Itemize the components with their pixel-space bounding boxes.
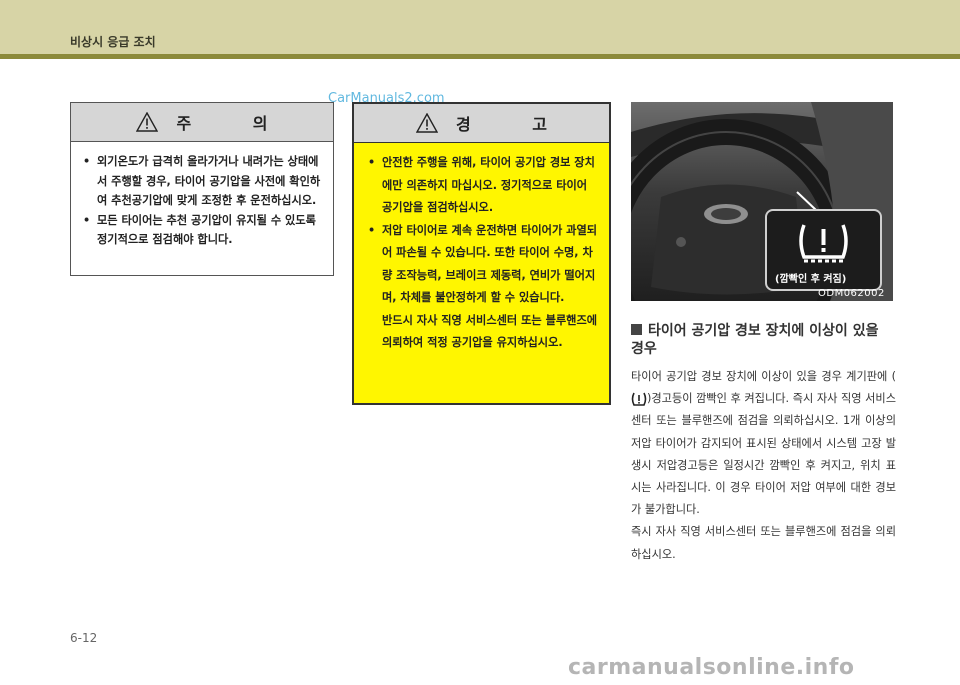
warning-box: 경 고 안전한 주행을 위해, 타이어 공기압 경보 장치에만 의존하지 마십시…: [352, 102, 611, 405]
warning-triangle-icon: [415, 113, 438, 133]
warning-item: 저압 타이어로 계속 운전하면 타이어가 과열되어 파손될 수 있습니다. 또한…: [368, 220, 599, 310]
body-text-part: )경고등이 깜빡인 후 켜집니다. 즉시 자사 직영 서비스센터 또는 블루핸즈…: [631, 392, 896, 517]
tpms-warning-icon: [631, 392, 647, 407]
body-paragraph: 타이어 공기압 경보 장치에 이상이 있을 경우 계기판에 ( )경고등이 깜빡인…: [631, 366, 896, 521]
caution-list: 외기온도가 급격히 올라가거나 내려가는 상태에서 주행할 경우, 타이어 공기…: [83, 152, 323, 250]
caution-item: 모든 타이어는 추천 공기압이 유지될 수 있도록 정기적으로 점검해야 합니다…: [83, 211, 323, 250]
section-title-text: 타이어 공기압 경보 장치에 이상이 있을 경우: [631, 323, 879, 357]
caution-box: 주 의 외기온도가 급격히 올라가거나 내려가는 상태에서 주행할 경우, 타이…: [70, 102, 334, 276]
figure-code: ODM062002: [818, 288, 885, 299]
inset-caption: (깜빡인 후 켜짐): [775, 274, 847, 285]
section-bullet-icon: [631, 324, 642, 335]
watermark-bottom: carmanualsonline.info: [568, 655, 855, 680]
warning-header: 경 고: [354, 104, 609, 143]
caution-header: 주 의: [71, 103, 333, 142]
header-divider: [0, 54, 960, 59]
body-paragraph: 즉시 자사 직영 서비스센터 또는 블루핸즈에 점검을 의뢰하십시오.: [631, 525, 896, 561]
chapter-title: 비상시 응급 조치: [70, 35, 156, 49]
warning-item: 안전한 주행을 위해, 타이어 공기압 경보 장치에만 의존하지 마십시오. 정…: [368, 152, 599, 220]
section-title: 타이어 공기압 경보 장치에 이상이 있을 경우: [631, 322, 896, 358]
tpms-warning-icon: [799, 224, 848, 263]
warning-triangle-icon: [136, 112, 159, 132]
warning-extra-text: 반드시 자사 직영 서비스센터 또는 블루핸즈에 의뢰하여 적정 공기압을 유지…: [382, 313, 598, 350]
body-text: 타이어 공기압 경보 장치에 이상이 있을 경우 계기판에 ( )경고등이 깜빡인…: [631, 366, 896, 566]
caution-label: 주 의: [176, 114, 296, 133]
warning-list: 안전한 주행을 위해, 타이어 공기압 경보 장치에만 의존하지 마십시오. 정…: [368, 152, 599, 310]
caution-item: 외기온도가 급격히 올라가거나 내려가는 상태에서 주행할 경우, 타이어 공기…: [83, 152, 323, 211]
body-text-part: 타이어 공기압 경보 장치에 이상이 있을 경우 계기판에 (: [631, 370, 896, 383]
warning-label: 경 고: [455, 115, 575, 134]
page-number: 6-12: [70, 631, 98, 645]
